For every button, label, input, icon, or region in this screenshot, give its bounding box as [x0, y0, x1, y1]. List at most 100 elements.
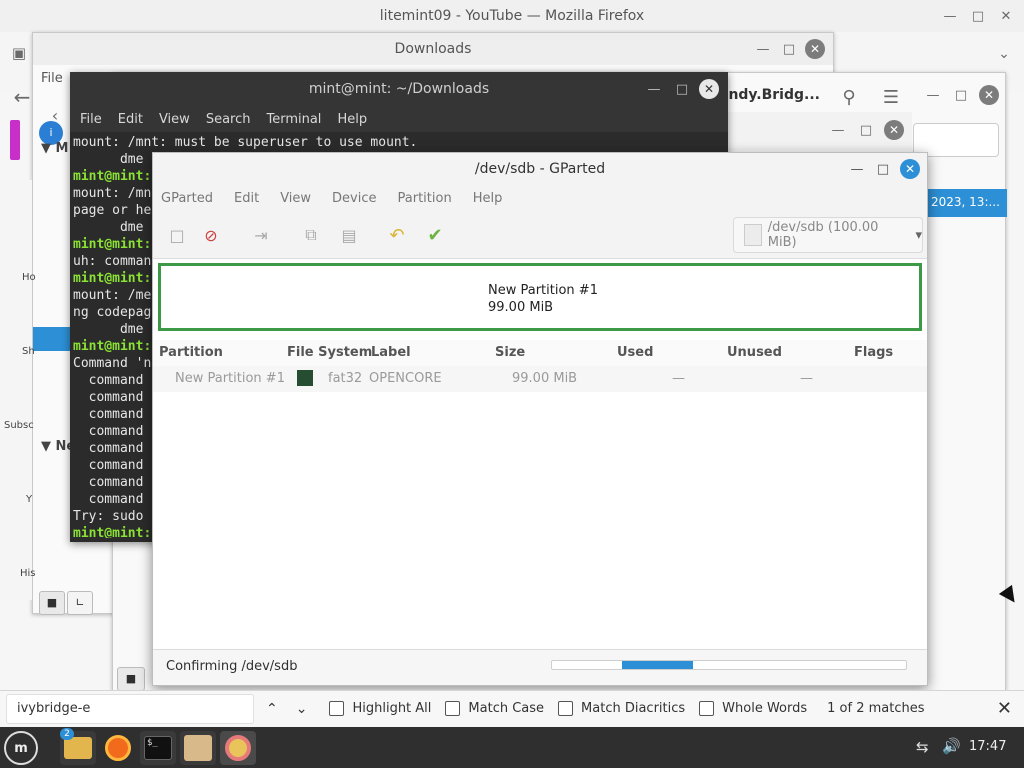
whole-words-checkbox[interactable]: Whole Words — [699, 701, 807, 716]
undo-icon[interactable]: ↶ — [385, 223, 409, 247]
col-flags[interactable]: Flags — [854, 345, 893, 360]
menu-icon[interactable]: ☰ — [879, 85, 903, 109]
gparted-maximize-button[interactable]: □ — [873, 159, 893, 179]
gparted-title-bar: /dev/sdb - GParted — [153, 153, 927, 185]
chevron-down-icon[interactable]: ⌄ — [994, 44, 1014, 64]
delete-icon[interactable]: ⊘ — [199, 223, 223, 247]
gparted-minimize-button[interactable]: — — [847, 159, 867, 179]
side-label-shorts: Sh — [22, 346, 35, 357]
cell-unused: — — [800, 371, 813, 386]
firefox-close-button[interactable]: ✕ — [996, 6, 1016, 26]
col-unused[interactable]: Unused — [727, 345, 782, 360]
downloads-minimize-button[interactable]: — — [753, 39, 773, 59]
tree-view-icon[interactable]: ∟ — [67, 591, 93, 615]
resize-move-icon[interactable]: ⇥ — [249, 223, 273, 247]
search-icon[interactable]: ⚲ — [837, 85, 861, 109]
sidebar-section-label: M — [55, 141, 69, 156]
find-previous-icon[interactable]: ⌃ — [266, 701, 278, 717]
terminal-maximize-button[interactable]: □ — [672, 79, 692, 99]
minimize-button[interactable]: — — [828, 120, 848, 140]
volume-icon[interactable]: 🔊 — [942, 737, 961, 755]
cell-partition: New Partition #1 — [175, 371, 285, 386]
col-filesystem[interactable]: File System — [287, 345, 372, 360]
gparted-menu-gparted[interactable]: GParted — [161, 191, 213, 206]
folder-view-icon[interactable]: ■ — [39, 591, 65, 615]
highlight-all-checkbox[interactable]: Highlight All — [329, 701, 431, 716]
terminal-menu-file[interactable]: File — [80, 112, 102, 127]
downloads-title: Downloads — [394, 41, 472, 57]
downloads-title-bar: Downloads — [33, 33, 833, 65]
files-app-taskbar-button[interactable] — [180, 731, 216, 765]
mint-menu-icon[interactable]: m — [4, 731, 38, 765]
gparted-menu-edit[interactable]: Edit — [234, 191, 259, 206]
sidebar-item-downloads[interactable] — [33, 327, 73, 351]
side-label-history: His — [20, 568, 36, 579]
archive-icon — [184, 735, 212, 761]
progress-bar — [551, 660, 907, 670]
close-button[interactable]: ✕ — [979, 85, 999, 105]
close-button[interactable]: ✕ — [884, 120, 904, 140]
partition-map[interactable]: New Partition #1 99.00 MiB — [158, 263, 922, 331]
match-diacritics-checkbox[interactable]: Match Diacritics — [558, 701, 685, 716]
clock[interactable]: 17:47 — [969, 739, 1006, 754]
terminal-minimize-button[interactable]: — — [644, 79, 664, 99]
find-close-icon[interactable]: ✕ — [997, 698, 1012, 719]
tab-list-icon[interactable]: ▣ — [8, 42, 30, 64]
downloads-maximize-button[interactable]: □ — [779, 39, 799, 59]
find-input[interactable]: ivybridge-e — [6, 693, 254, 724]
find-result: 1 of 2 matches — [827, 701, 925, 716]
disk-icon — [744, 224, 762, 246]
files-taskbar-button[interactable]: 2 — [60, 728, 96, 765]
terminal-close-button[interactable]: ✕ — [699, 79, 719, 99]
firefox-maximize-button[interactable]: □ — [968, 6, 988, 26]
device-selector[interactable]: /dev/sdb (100.00 MiB) ▾ — [733, 217, 923, 253]
chevron-down-icon: ▾ — [915, 227, 922, 243]
maximize-button[interactable]: □ — [856, 120, 876, 140]
paste-icon[interactable]: ▤ — [337, 223, 361, 247]
gparted-taskbar-button[interactable] — [220, 731, 256, 765]
terminal-menu-search[interactable]: Search — [206, 112, 251, 127]
cell-used: — — [672, 371, 685, 386]
maximize-button[interactable]: □ — [951, 85, 971, 105]
col-used[interactable]: Used — [617, 345, 653, 360]
downloads-close-button[interactable]: ✕ — [805, 39, 825, 59]
gparted-menu-device[interactable]: Device — [332, 191, 376, 206]
table-row[interactable]: New Partition #1 fat32 OPENCORE 99.00 Mi… — [153, 366, 927, 392]
apply-check-icon[interactable]: ✔ — [423, 223, 447, 247]
terminal-menu-view[interactable]: View — [159, 112, 190, 127]
col-label[interactable]: Label — [371, 345, 411, 360]
copy-icon[interactable]: ⧉ — [299, 223, 323, 247]
gparted-menu-help[interactable]: Help — [473, 191, 503, 206]
terminal-taskbar-button[interactable]: $_ — [140, 731, 176, 765]
map-partition-name: New Partition #1 — [488, 283, 598, 298]
gparted-menu-partition[interactable]: Partition — [398, 191, 452, 206]
terminal-menu-help[interactable]: Help — [337, 112, 367, 127]
col-size[interactable]: Size — [495, 345, 525, 360]
gparted-close-button[interactable]: ✕ — [900, 159, 920, 179]
selected-file-row[interactable]: 2023, 13:... — [925, 189, 1007, 217]
map-partition-size: 99.00 MiB — [488, 300, 554, 315]
network-icon[interactable]: ⇆ — [916, 738, 929, 756]
status-bar: Confirming /dev/sdb — [153, 649, 927, 685]
tab-favicon — [10, 120, 20, 160]
find-next-icon[interactable]: ⌄ — [296, 701, 308, 717]
file-menu[interactable]: File — [41, 71, 63, 86]
files-badge: 2 — [60, 728, 74, 740]
gparted-menu-view[interactable]: View — [280, 191, 311, 206]
new-partition-icon[interactable]: □ — [165, 223, 189, 247]
background-window-titlebar: — □ ✕ — [718, 112, 912, 150]
col-partition[interactable]: Partition — [159, 345, 223, 360]
minimize-button[interactable]: — — [923, 85, 943, 105]
terminal-menu-edit[interactable]: Edit — [118, 112, 143, 127]
folder-icon — [64, 737, 92, 759]
terminal-menu-terminal[interactable]: Terminal — [266, 112, 321, 127]
match-case-checkbox[interactable]: Match Case — [445, 701, 544, 716]
gparted-menubar: GParted Edit View Device Partition Help — [153, 185, 927, 211]
cell-size: 99.00 MiB — [512, 371, 578, 386]
gparted-title: /dev/sdb - GParted — [474, 161, 606, 177]
folder-view-icon[interactable]: ■ — [117, 667, 145, 691]
firefox-taskbar-button[interactable] — [100, 731, 136, 765]
filesystem-color-swatch — [297, 370, 313, 386]
firefox-minimize-button[interactable]: — — [940, 6, 960, 26]
taskbar: m 2 $_ ⇆ 🔊 17:47 — [0, 727, 1024, 768]
